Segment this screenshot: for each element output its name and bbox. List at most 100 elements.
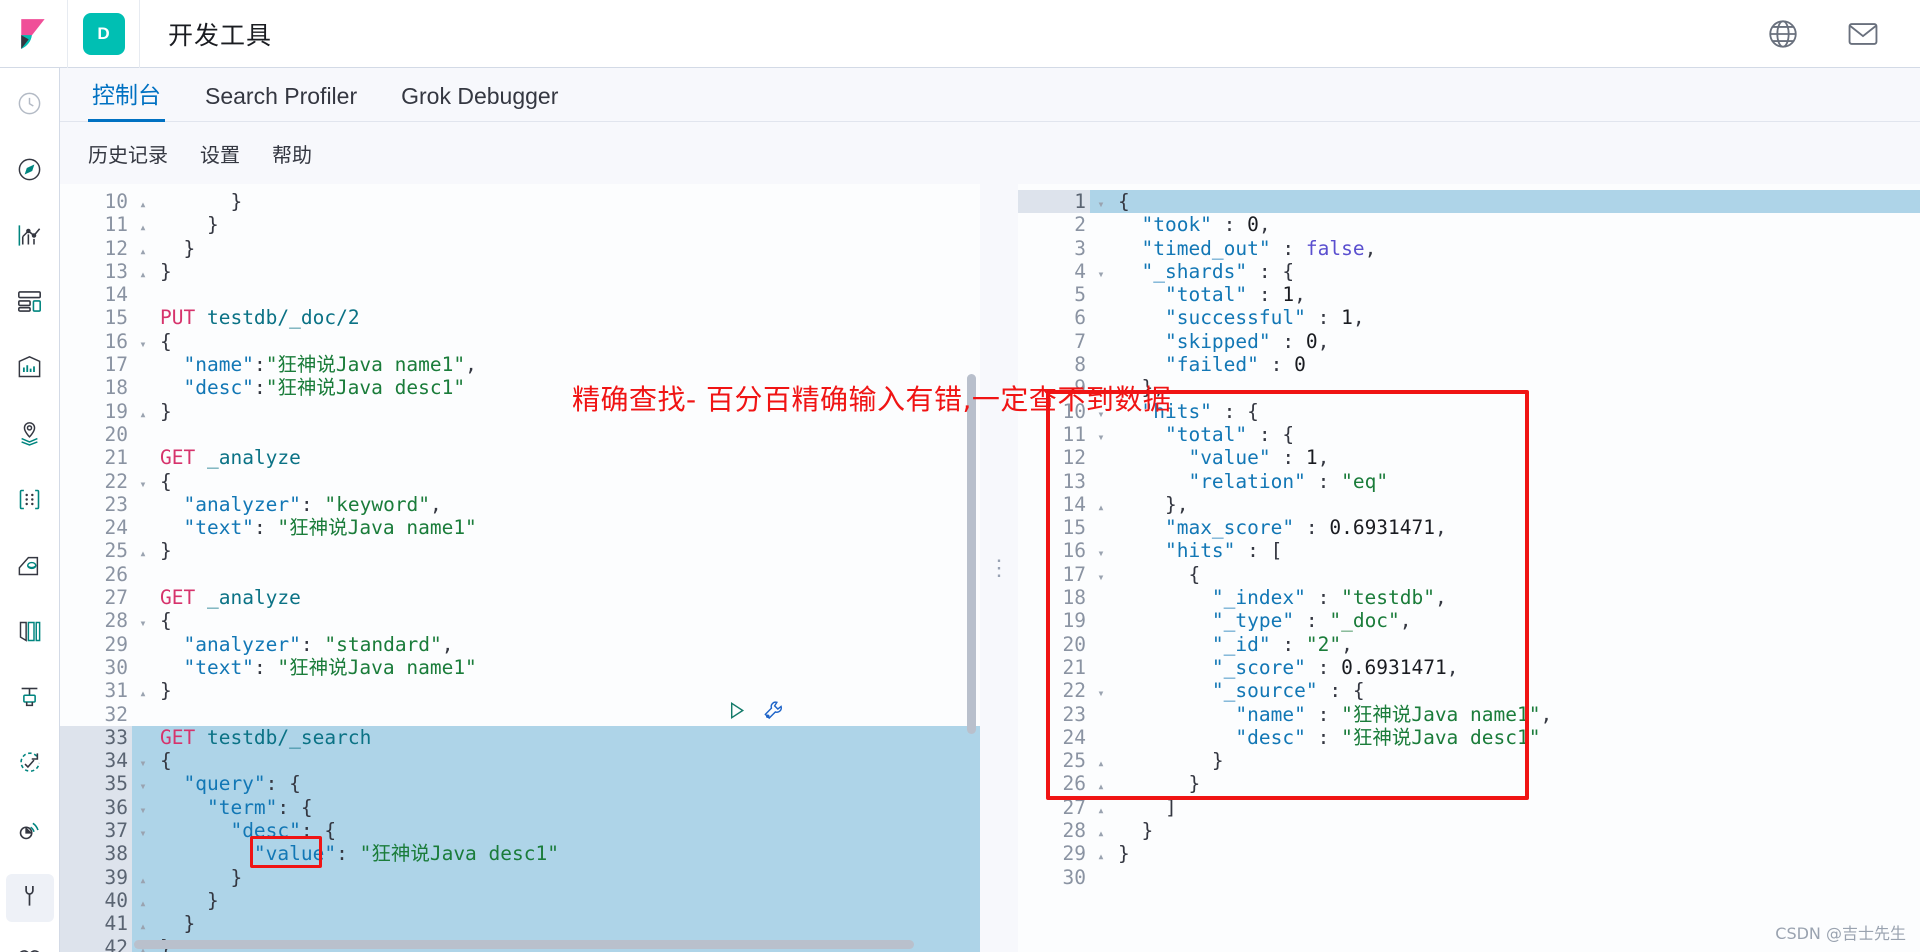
fold-toggle-icon[interactable]: ▴ xyxy=(132,213,154,236)
fold-toggle-icon[interactable]: ▾ xyxy=(132,796,154,819)
request-editor[interactable]: 10 ▴ } 11 ▴ } 12 ▴ } 13 ▴} 14 15 PUT testdb/_doc/2… xyxy=(60,184,980,952)
code-line[interactable]: 27 ▴ ] xyxy=(1018,795,1920,820)
sidebar-item-monitoring[interactable] xyxy=(6,940,54,952)
fold-toggle-icon[interactable]: ▴ xyxy=(1090,749,1112,772)
fold-toggle-icon[interactable]: ▾ xyxy=(1090,539,1112,562)
code-line[interactable]: 35 ▾ "query": { xyxy=(60,772,980,796)
sidebar-item-siem[interactable] xyxy=(6,808,54,856)
fold-toggle-icon[interactable]: ▾ xyxy=(132,772,154,795)
fold-toggle-icon[interactable]: ▴ xyxy=(132,866,154,889)
fold-toggle-icon[interactable]: ▴ xyxy=(132,400,154,423)
code-line[interactable]: 17 ▾ { xyxy=(1018,562,1920,587)
code-line[interactable]: 26 ▴ } xyxy=(1018,772,1920,796)
fold-toggle-icon[interactable]: ▾ xyxy=(132,749,154,772)
code-line[interactable]: 13 ▴} xyxy=(60,259,980,284)
code-line[interactable]: 31 ▴} xyxy=(60,679,980,703)
code-line[interactable]: 41 ▴ } xyxy=(60,912,980,936)
code-line[interactable]: 24 "text": "狂神说Java name1" xyxy=(60,516,980,540)
code-line[interactable]: 16 ▾ "hits" : [ xyxy=(1018,539,1920,563)
request-options-icon[interactable] xyxy=(762,699,785,727)
kibana-logo[interactable] xyxy=(0,0,68,68)
fold-toggle-icon[interactable]: ▾ xyxy=(1090,679,1112,702)
code-line[interactable]: 3 "timed_out" : false, xyxy=(1018,236,1920,260)
fold-toggle-icon[interactable]: ▴ xyxy=(132,679,154,702)
fold-toggle-icon[interactable]: ▴ xyxy=(1090,842,1112,865)
code-line[interactable]: 11 ▴ } xyxy=(60,213,980,237)
code-line[interactable]: 10 ▴ } xyxy=(60,190,980,214)
fold-toggle-icon[interactable]: ▴ xyxy=(132,889,154,912)
request-horizontal-scrollbar[interactable] xyxy=(134,940,914,949)
sidebar-item-recently-viewed[interactable] xyxy=(6,82,54,130)
code-line[interactable]: 24 "desc" : "狂神说Java desc1" xyxy=(1018,725,1920,750)
sidebar-item-apm[interactable] xyxy=(6,676,54,724)
code-line[interactable]: 28 ▾ { xyxy=(60,609,980,633)
code-line[interactable]: 19 "_type" : "_doc", xyxy=(1018,609,1920,633)
code-line[interactable]: 8 "failed" : 0 xyxy=(1018,353,1920,377)
code-line[interactable]: 23 "analyzer": "keyword", xyxy=(60,492,980,517)
play-request-icon[interactable] xyxy=(725,699,748,727)
code-line[interactable]: 33 GET testdb/_search xyxy=(60,725,980,750)
code-line[interactable]: 19 ▴} xyxy=(60,399,980,423)
sidebar-item-machine-learning[interactable] xyxy=(6,478,54,526)
fold-toggle-icon[interactable]: ▾ xyxy=(132,609,154,632)
code-line[interactable]: 21 GET _analyze xyxy=(60,446,980,470)
sidebar-item-logs[interactable] xyxy=(6,610,54,658)
code-line[interactable]: 22 ▾ { xyxy=(60,469,980,493)
code-line[interactable]: 6 "successful" : 1, xyxy=(1018,306,1920,330)
code-line[interactable]: 34 ▾ { xyxy=(60,749,980,773)
fold-toggle-icon[interactable]: ▴ xyxy=(132,912,154,935)
fold-toggle-icon[interactable]: ▾ xyxy=(1090,423,1112,446)
space-selector[interactable]: D xyxy=(68,0,140,68)
fold-toggle-icon[interactable]: ▴ xyxy=(1090,772,1112,795)
code-line[interactable]: 10 ▾ "hits" : { xyxy=(1018,399,1920,423)
sidebar-item-visualize[interactable] xyxy=(6,214,54,262)
tab-grok-debugger[interactable]: Grok Debugger xyxy=(397,83,562,121)
fold-toggle-icon[interactable]: ▴ xyxy=(132,190,154,213)
code-line[interactable]: 27 GET _analyze xyxy=(60,586,980,610)
code-line[interactable]: 29 "analyzer": "standard", xyxy=(60,632,980,656)
code-line[interactable]: 12 "value" : 1, xyxy=(1018,446,1920,470)
code-line[interactable]: 20 xyxy=(60,422,980,447)
code-line[interactable]: 23 "name" : "狂神说Java name1", xyxy=(1018,702,1920,726)
subnav-settings[interactable]: 设置 xyxy=(200,139,240,168)
fold-toggle-icon[interactable]: ▾ xyxy=(132,470,154,493)
code-line[interactable]: 18 "_index" : "testdb", xyxy=(1018,586,1920,610)
tab-console[interactable]: 控制台 xyxy=(88,76,165,122)
fold-toggle-icon[interactable]: ▾ xyxy=(132,819,154,842)
subnav-help[interactable]: 帮助 xyxy=(272,139,312,168)
fold-toggle-icon[interactable]: ▴ xyxy=(132,539,154,562)
sidebar-item-maps[interactable] xyxy=(6,412,54,460)
code-line[interactable]: 7 "skipped" : 0, xyxy=(1018,329,1920,354)
code-line[interactable]: 17 "name":"狂神说Java name1", xyxy=(60,353,980,377)
code-line[interactable]: 14 xyxy=(60,283,980,307)
code-line[interactable]: 4 ▾ "_shards" : { xyxy=(1018,259,1920,284)
fold-toggle-icon[interactable]: ▴ xyxy=(1090,376,1112,399)
fold-toggle-icon[interactable]: ▴ xyxy=(132,260,154,283)
code-line[interactable]: 20 "_id" : "2", xyxy=(1018,632,1920,656)
code-line[interactable]: 11 ▾ "total" : { xyxy=(1018,422,1920,447)
code-line[interactable]: 9 ▴ }, xyxy=(1018,376,1920,400)
code-line[interactable]: 37 ▾ "desc": { xyxy=(60,819,980,843)
code-line[interactable]: 36 ▾ "term": { xyxy=(60,795,980,820)
fold-toggle-icon[interactable]: ▴ xyxy=(132,237,154,260)
code-line[interactable]: 30 xyxy=(1018,865,1920,889)
code-line[interactable]: 18 "desc":"狂神说Java desc1" xyxy=(60,376,980,400)
sidebar-item-infrastructure[interactable] xyxy=(6,544,54,592)
sidebar-item-dashboard[interactable] xyxy=(6,280,54,328)
code-line[interactable]: 38 "value": "狂神说Java desc1" xyxy=(60,842,980,866)
pane-splitter[interactable]: ⋮ xyxy=(980,184,1018,952)
fold-toggle-icon[interactable]: ▾ xyxy=(132,330,154,353)
mail-envelope-icon[interactable] xyxy=(1846,17,1880,51)
tab-search-profiler[interactable]: Search Profiler xyxy=(201,83,361,121)
code-line[interactable]: 32 xyxy=(60,702,980,726)
code-line[interactable]: 28 ▴ } xyxy=(1018,819,1920,843)
code-line[interactable]: 25 ▴} xyxy=(60,539,980,563)
code-line[interactable]: 15 PUT testdb/_doc/2 xyxy=(60,306,980,330)
code-line[interactable]: 25 ▴ } xyxy=(1018,749,1920,773)
code-line[interactable]: 40 ▴ } xyxy=(60,888,980,913)
sidebar-item-discover[interactable] xyxy=(6,148,54,196)
fold-toggle-icon[interactable]: ▴ xyxy=(1090,796,1112,819)
code-line[interactable]: 29 ▴} xyxy=(1018,842,1920,866)
code-line[interactable]: 14 ▴ }, xyxy=(1018,492,1920,517)
fold-toggle-icon[interactable]: ▾ xyxy=(1090,260,1112,283)
